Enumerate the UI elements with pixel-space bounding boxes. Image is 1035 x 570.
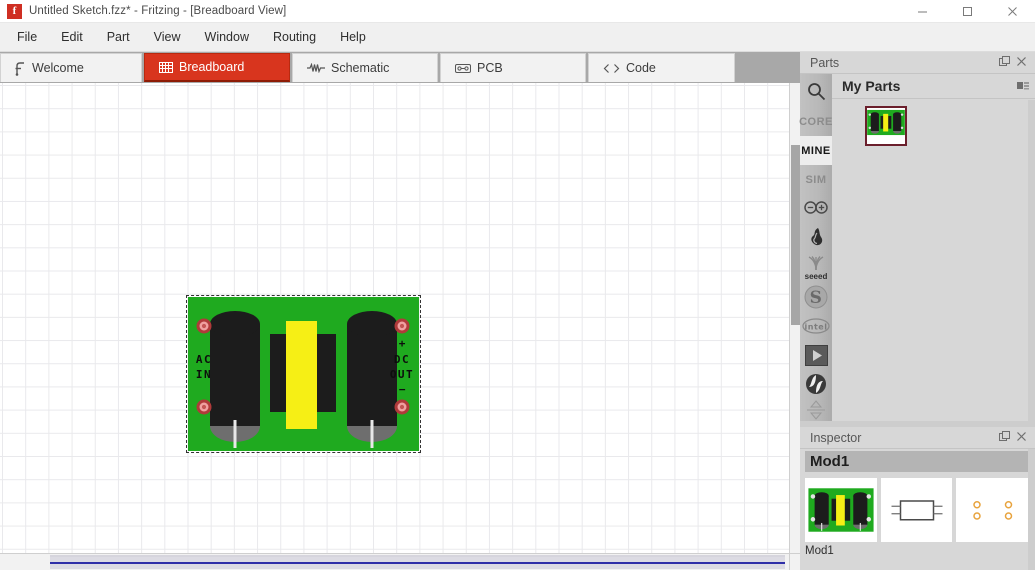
inspector-footer-label: Mod1 <box>805 545 834 557</box>
view-tab-bar: Welcome Breadboard Schematic PCB Code <box>0 52 800 83</box>
canvas-horizontal-scrollbar[interactable] <box>0 553 789 570</box>
close-button[interactable] <box>990 0 1035 23</box>
tab-breadboard[interactable]: Breadboard <box>144 53 290 82</box>
core-bin[interactable]: CORE <box>799 107 833 136</box>
play-bin[interactable] <box>800 342 832 371</box>
inspector-close-panel-button[interactable] <box>1016 429 1027 447</box>
maximize-button[interactable] <box>945 0 990 23</box>
parts-bin-header: My Parts <box>832 74 1035 99</box>
parts-bin-strip: CORE MINE SIM seeed S intel <box>799 74 833 427</box>
sparkfun-bin[interactable] <box>800 223 832 252</box>
window-title: Untitled Sketch.fzz* - Fritzing - [Bread… <box>29 5 287 17</box>
canvas-vertical-scrollbar[interactable] <box>789 83 800 553</box>
pcb-chip-icon <box>455 63 471 74</box>
menu-edit[interactable]: Edit <box>50 26 94 48</box>
parts-panel-header: Parts <box>800 52 1035 74</box>
tab-code[interactable]: Code <box>588 53 735 82</box>
inspector-view-thumbnails <box>805 478 1029 542</box>
svg-text:S: S <box>810 288 823 308</box>
parts-item-area[interactable] <box>832 100 1035 427</box>
seeed-bin[interactable]: seeed <box>800 252 832 284</box>
right-dock: Parts CORE MINE SIM seeed S intel My Par… <box>799 52 1035 570</box>
tab-welcome[interactable]: Welcome <box>0 53 142 82</box>
title-bar: f Untitled Sketch.fzz* - Fritzing - [Bre… <box>0 0 1035 23</box>
parts-panel: Parts CORE MINE SIM seeed S intel My Par… <box>799 52 1035 427</box>
inspector-panel: Inspector Mod1 Mod1 <box>800 427 1035 570</box>
parts-bin-title: My Parts <box>842 78 901 94</box>
parts-bin-content: My Parts <box>832 74 1035 427</box>
parts-float-panel-button[interactable] <box>999 54 1010 72</box>
window-controls <box>900 0 1035 23</box>
tab-schematic-label: Schematic <box>331 61 390 75</box>
parts-close-panel-button[interactable] <box>1016 54 1027 72</box>
menu-file[interactable]: File <box>6 26 48 48</box>
tab-pcb-label: PCB <box>477 61 503 75</box>
angle-brackets-icon <box>603 63 620 74</box>
schematic-view-thumb[interactable] <box>880 478 953 542</box>
menu-bar: File Edit Part View Window Routing Help <box>0 23 1035 52</box>
breadboard-canvas[interactable]: AC IN + DC OUT − <box>0 83 800 570</box>
inspector-scrollbar[interactable] <box>1028 449 1035 570</box>
intel-icon: intel <box>802 318 830 337</box>
inspector-panel-header: Inspector <box>800 427 1035 449</box>
breadboard-view-thumb[interactable] <box>805 478 877 542</box>
play-triangle-icon <box>804 344 828 369</box>
parts-panel-title: Parts <box>810 55 840 70</box>
menu-part[interactable]: Part <box>96 26 141 48</box>
arduino-bin[interactable] <box>800 194 832 223</box>
arduino-infinity-icon <box>804 200 828 218</box>
seeed-bin-label: seeed <box>804 271 828 281</box>
mine-bin[interactable]: MINE <box>800 136 832 165</box>
menu-help[interactable]: Help <box>329 26 377 48</box>
sim-bin-label: SIM <box>805 173 827 186</box>
svg-text:intel: intel <box>805 323 828 332</box>
core-bin-label: CORE <box>799 115 833 128</box>
fritzing-window: f Untitled Sketch.fzz* - Fritzing - [Bre… <box>0 0 1035 570</box>
fritzing-logo-icon: f <box>7 3 22 19</box>
menu-routing[interactable]: Routing <box>262 26 327 48</box>
part-selection-outline <box>186 295 421 453</box>
parts-panel-body: CORE MINE SIM seeed S intel My Parts <box>799 74 1035 427</box>
menu-view[interactable]: View <box>143 26 192 48</box>
sparkfun-flame-icon <box>808 227 825 249</box>
intel-bin[interactable]: intel <box>800 313 832 342</box>
search-icon <box>807 82 826 104</box>
snootlab-s-icon: S <box>804 285 828 312</box>
tab-code-label: Code <box>626 61 656 75</box>
tab-breadboard-label: Breadboard <box>179 60 245 74</box>
scrollbar-corner <box>789 553 800 570</box>
picaxe-icon <box>805 373 827 398</box>
menu-window[interactable]: Window <box>194 26 260 48</box>
bin-menu-icon[interactable] <box>1016 80 1035 92</box>
inspector-part-name: Mod1 <box>805 451 1028 472</box>
tab-welcome-label: Welcome <box>32 61 84 75</box>
canvas-horizontal-scroll-thumb[interactable] <box>50 555 785 569</box>
sim-bin[interactable]: SIM <box>800 165 832 194</box>
canvas-vertical-scroll-thumb[interactable] <box>791 145 800 325</box>
picaxe-bin[interactable] <box>800 371 832 400</box>
parts-area-scrollbar[interactable] <box>1028 100 1035 427</box>
breadboard-grid-icon <box>159 61 173 73</box>
mine-bin-label: MINE <box>801 144 831 157</box>
ac-dc-power-supply-module[interactable]: AC IN + DC OUT − <box>186 295 421 453</box>
snootlab-bin[interactable]: S <box>800 284 832 313</box>
pcb-view-thumb[interactable] <box>956 478 1029 542</box>
waveform-icon <box>307 63 325 73</box>
inspector-panel-title: Inspector <box>810 430 862 445</box>
inspector-float-panel-button[interactable] <box>999 429 1010 447</box>
search-bin[interactable] <box>800 78 832 107</box>
part-mod1[interactable] <box>865 106 907 146</box>
tab-schematic[interactable]: Schematic <box>292 53 438 82</box>
tab-pcb[interactable]: PCB <box>440 53 586 82</box>
minimize-button[interactable] <box>900 0 945 23</box>
fritzing-f-icon <box>15 61 26 76</box>
